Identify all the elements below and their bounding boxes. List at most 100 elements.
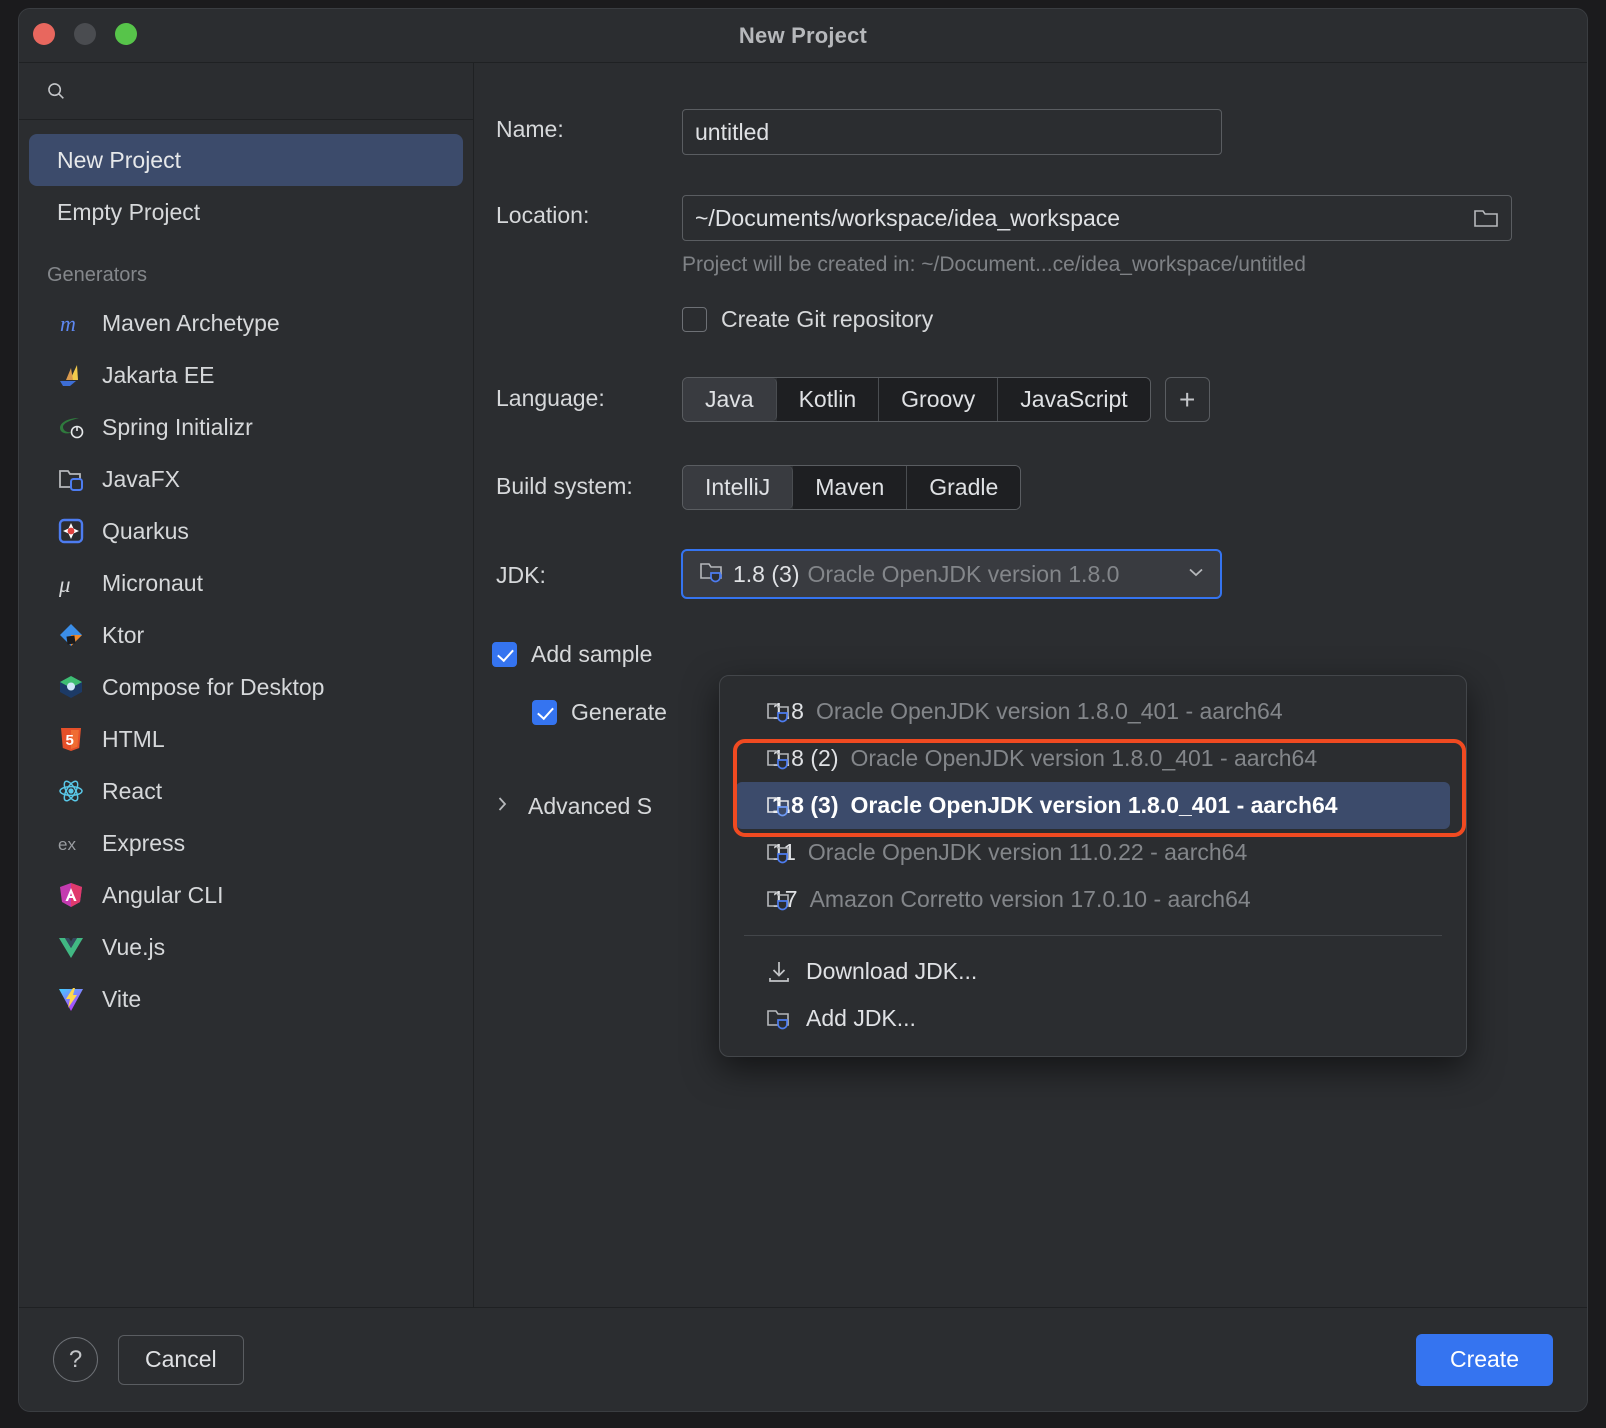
generate-row[interactable]: Generate xyxy=(532,699,667,726)
jdk-folder-icon xyxy=(766,1006,792,1032)
download-icon xyxy=(766,959,792,985)
build-system-option-intellij[interactable]: IntelliJ xyxy=(683,466,794,509)
jdk-option-description: Oracle OpenJDK version 1.8.0_401 - aarch… xyxy=(850,745,1318,771)
sidebar-item-micronaut[interactable]: μ Micronaut xyxy=(19,557,473,609)
add-jdk-action[interactable]: Add JDK... xyxy=(720,995,1466,1042)
language-segmented-control: Java Kotlin Groovy JavaScript xyxy=(682,377,1151,422)
sidebar-item-angular-cli[interactable]: Angular CLI xyxy=(19,869,473,921)
jdk-selected-name: 1.8 (3) xyxy=(733,560,800,587)
create-git-repository-checkbox[interactable] xyxy=(682,307,707,332)
generators-heading: Generators xyxy=(47,264,148,286)
jdk-option-11[interactable]: 11 Oracle OpenJDK version 11.0.22 - aarc… xyxy=(720,829,1466,876)
create-git-repository-label: Create Git repository xyxy=(721,306,934,332)
generate-checkbox[interactable] xyxy=(532,700,557,725)
chevron-right-icon xyxy=(492,794,512,819)
ktor-icon xyxy=(57,621,85,649)
sidebar-item-label: Express xyxy=(102,829,186,856)
sidebar-item-label: Angular CLI xyxy=(102,881,224,908)
build-system-option-maven[interactable]: Maven xyxy=(793,466,908,509)
new-project-dialog: New Project New Project Empty Project Ge… xyxy=(18,8,1588,1412)
jdk-option-1-8-3[interactable]: 1.8 (3) Oracle OpenJDK version 1.8.0_401… xyxy=(736,782,1450,829)
build-system-row: Build system: xyxy=(496,473,633,500)
jdk-option-description: Oracle OpenJDK version 1.8.0_401 - aarch… xyxy=(850,792,1338,818)
name-input-value: untitled xyxy=(695,118,770,145)
jdk-combobox[interactable]: 1.8 (3) Oracle OpenJDK version 1.8.0 xyxy=(681,549,1222,599)
jdk-folder-icon xyxy=(766,793,792,819)
generate-label: Generate xyxy=(571,699,667,725)
language-option-kotlin[interactable]: Kotlin xyxy=(776,378,880,421)
jdk-folder-icon xyxy=(766,699,792,725)
svg-text:μ: μ xyxy=(58,572,71,597)
name-row: Name: xyxy=(496,116,564,143)
sidebar-item-label: JavaFX xyxy=(102,465,180,492)
sidebar-item-label: Maven Archetype xyxy=(102,309,280,336)
language-option-java[interactable]: Java xyxy=(683,378,777,421)
spring-icon xyxy=(57,413,85,441)
language-label: Language: xyxy=(496,385,605,411)
jdk-option-1-8-2[interactable]: 1.8 (2) Oracle OpenJDK version 1.8.0_401… xyxy=(720,735,1466,782)
sidebar-item-label: Ktor xyxy=(102,621,145,648)
window-titlebar: New Project xyxy=(19,9,1587,63)
generators-list: m Maven Archetype Jakarta EE Spring Init… xyxy=(19,297,473,1025)
search-icon xyxy=(45,80,67,102)
location-input[interactable]: ~/Documents/workspace/idea_workspace xyxy=(682,195,1512,241)
build-system-selector: IntelliJ Maven Gradle xyxy=(682,465,1022,510)
sidebar-item-label: Quarkus xyxy=(102,517,189,544)
sidebar-item-javafx[interactable]: JavaFX xyxy=(19,453,473,505)
dialog-body: New Project Empty Project Generators m M… xyxy=(19,63,1587,1307)
project-type-list: New Project Empty Project xyxy=(19,120,473,238)
sidebar-item-label: Vite xyxy=(102,985,142,1012)
vite-icon xyxy=(57,985,85,1013)
language-option-javascript[interactable]: JavaScript xyxy=(998,378,1150,421)
sidebar: New Project Empty Project Generators m M… xyxy=(19,63,474,1307)
advanced-settings-label: Advanced S xyxy=(528,793,653,819)
sidebar-item-ktor[interactable]: Ktor xyxy=(19,609,473,661)
sidebar-item-empty-project[interactable]: Empty Project xyxy=(29,186,463,238)
sidebar-item-react[interactable]: React xyxy=(19,765,473,817)
jdk-option-1-8[interactable]: 1.8 Oracle OpenJDK version 1.8.0_401 - a… xyxy=(720,688,1466,735)
sidebar-item-spring-initializr[interactable]: Spring Initializr xyxy=(19,401,473,453)
add-language-button[interactable]: + xyxy=(1164,377,1210,422)
sidebar-item-compose-for-desktop[interactable]: Compose for Desktop xyxy=(19,661,473,713)
vuejs-icon xyxy=(57,933,85,961)
jdk-folder-icon xyxy=(766,840,792,866)
location-label: Location: xyxy=(496,202,590,228)
jakarta-ee-icon xyxy=(57,361,85,389)
language-option-groovy[interactable]: Groovy xyxy=(879,378,999,421)
download-jdk-action[interactable]: Download JDK... xyxy=(720,948,1466,995)
create-button[interactable]: Create xyxy=(1415,1333,1553,1386)
chevron-down-icon xyxy=(1186,562,1206,587)
sidebar-item-label: Spring Initializr xyxy=(102,413,253,440)
sidebar-item-vite[interactable]: Vite xyxy=(19,973,473,1025)
sidebar-item-express[interactable]: ex Express xyxy=(19,817,473,869)
create-git-repository-row[interactable]: Create Git repository xyxy=(682,306,933,333)
name-input[interactable]: untitled xyxy=(682,109,1222,155)
help-button[interactable]: ? xyxy=(53,1337,98,1382)
sidebar-item-quarkus[interactable]: Quarkus xyxy=(19,505,473,557)
sidebar-item-jakarta-ee[interactable]: Jakarta EE xyxy=(19,349,473,401)
jdk-option-description: Amazon Corretto version 17.0.10 - aarch6… xyxy=(809,886,1251,912)
folder-icon[interactable] xyxy=(1473,205,1499,237)
add-sample-label: Add sample xyxy=(531,641,653,667)
micronaut-icon: μ xyxy=(57,569,85,597)
sidebar-item-label: Empty Project xyxy=(57,198,201,225)
add-sample-row[interactable]: Add sample xyxy=(492,641,652,668)
sidebar-item-vuejs[interactable]: Vue.js xyxy=(19,921,473,973)
jdk-option-17[interactable]: 17 Amazon Corretto version 17.0.10 - aar… xyxy=(720,876,1466,923)
build-system-segmented-control: IntelliJ Maven Gradle xyxy=(682,465,1022,510)
cancel-button[interactable]: Cancel xyxy=(118,1334,244,1385)
add-sample-checkbox[interactable] xyxy=(492,642,517,667)
sidebar-item-new-project[interactable]: New Project xyxy=(29,134,463,186)
quarkus-icon xyxy=(57,517,85,545)
express-icon: ex xyxy=(57,829,85,857)
compose-icon xyxy=(57,673,85,701)
build-system-option-gradle[interactable]: Gradle xyxy=(907,466,1021,509)
sidebar-item-html[interactable]: 5 HTML xyxy=(19,713,473,765)
jdk-folder-icon xyxy=(699,559,725,590)
svg-text:5: 5 xyxy=(66,732,74,749)
search-field[interactable] xyxy=(19,63,473,120)
sidebar-item-maven-archetype[interactable]: m Maven Archetype xyxy=(19,297,473,349)
advanced-settings-toggle[interactable]: Advanced S xyxy=(492,793,652,820)
jdk-selected-description: Oracle OpenJDK version 1.8.0 xyxy=(807,560,1120,587)
jdk-option-description: Oracle OpenJDK version 1.8.0_401 - aarch… xyxy=(815,698,1283,724)
